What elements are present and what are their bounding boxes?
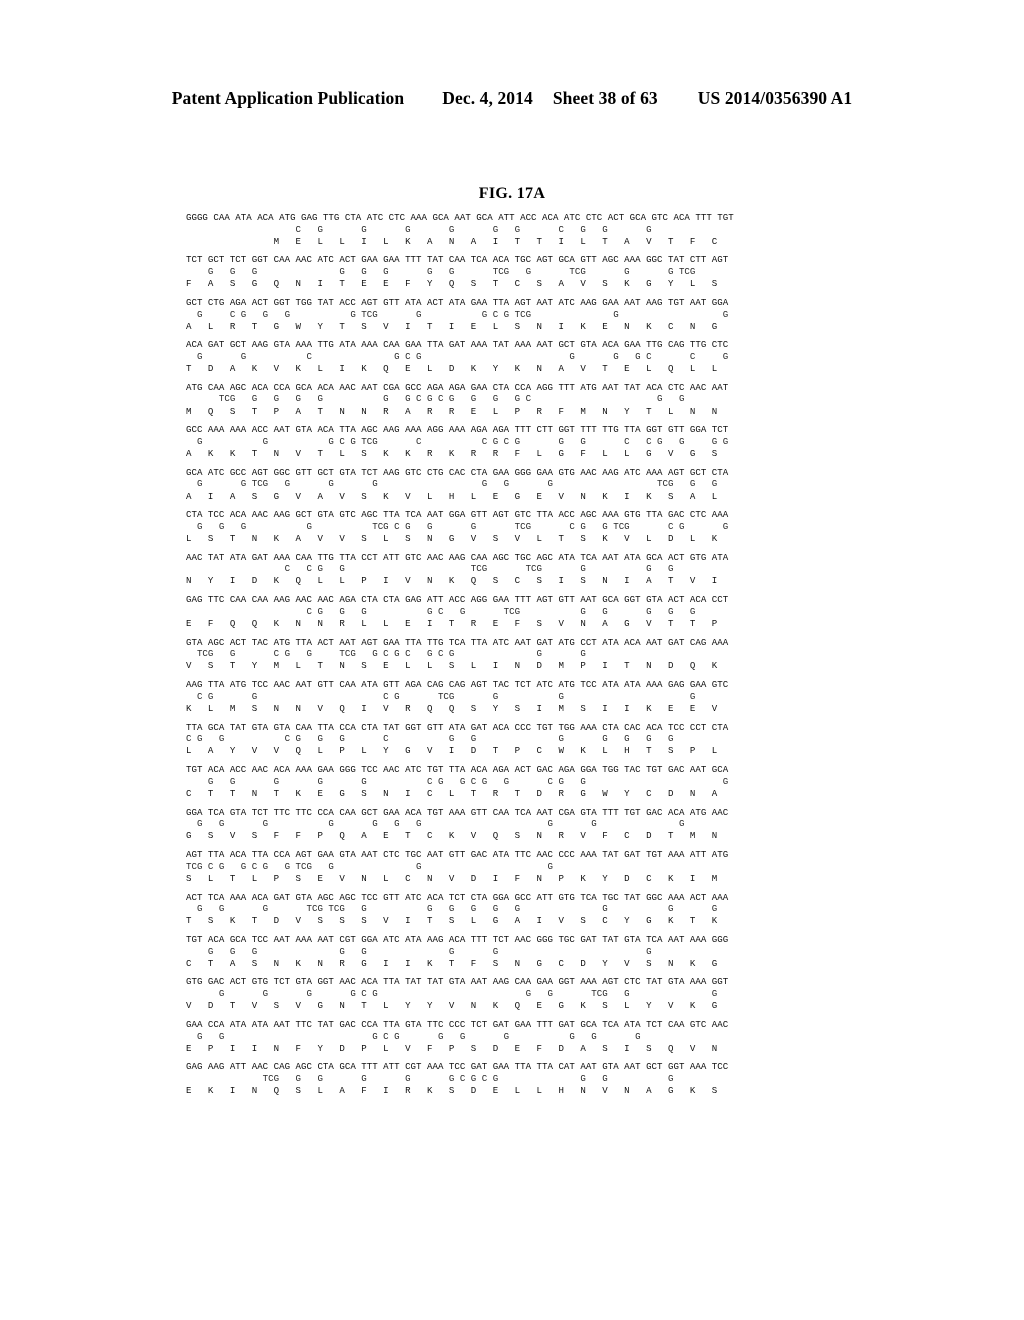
alternate-base-row: C C G G TCG TCG G G G: [186, 563, 674, 575]
amino-acid-row: M Q S T P A T N N R A R R E L P R F M N …: [186, 405, 718, 417]
publication-date: Dec. 4, 2014: [442, 88, 533, 108]
sequence-listing: GGGG CAA ATA ACA ATG GAG TTG CTA ATC CTC…: [186, 212, 846, 1104]
sequence-block: TGT ACA ACC AAC ACA AAA GAA GGG TCC AAC …: [186, 764, 846, 799]
codon-row: TGT ACA GCA TCC AAT AAA AAT CGT GGA ATC …: [186, 933, 729, 945]
sequence-block: GGA TCA GTA TCT TTC TTC CCA CAA GCT GAA …: [186, 807, 846, 842]
codon-row: GTG GAC ACT GTG TCT GTA GGT AAC ACA TTA …: [186, 976, 729, 988]
codon-row: GTA AGC ACT TAC ATG TTA ACT AAT AGT GAA …: [186, 636, 729, 648]
codon-row: CTA TCC ACA AAC AAG GCT GTA GTC AGC TTA …: [186, 509, 729, 521]
amino-acid-row: E K I N Q S L A F I R K S D E L L H N V …: [186, 1085, 718, 1097]
amino-acid-row: E F Q Q K N N R L L E I T R E F S V N A …: [186, 617, 718, 629]
codon-row: AAG TTA ATG TCC AAC AAT GTT CAA ATA GTT …: [186, 679, 729, 691]
sequence-block: TGT ACA GCA TCC AAT AAA AAT CGT GGA ATC …: [186, 934, 846, 969]
codon-row: GGGG CAA ATA ACA ATG GAG TTG CTA ATC CTC…: [186, 212, 734, 223]
amino-acid-row: T S K T D V S S S V I T S L G A I V S C …: [186, 915, 718, 927]
alternate-base-row: C G G G G C G TCG G G G G G: [186, 605, 696, 617]
codon-row: TGT ACA ACC AAC ACA AAA GAA GGG TCC AAC …: [186, 764, 729, 776]
sequence-block: GAG TTC CAA CAA AAG AAC AAC AGA CTA CTA …: [186, 594, 846, 629]
alternate-base-row: G G G G C G G G TCG G G: [186, 988, 718, 1000]
amino-acid-row: V D T V S V G N T L Y Y V N K Q E G K S …: [186, 1000, 718, 1012]
sequence-block: TTA GCA TAT GTA GTA CAA TTA CCA CTA TAT …: [186, 722, 846, 757]
amino-acid-row: A I A S G V A V S K V L H L E G E V N K …: [186, 490, 718, 502]
amino-acid-row: C T T N T K E G S N I C L T R T D R G W …: [186, 787, 718, 799]
codon-row: GAA CCA ATA ATA AAT TTC TAT GAC CCA TTA …: [186, 1018, 729, 1030]
alternate-base-row: G G G TCG TCG G G G G G G G G G: [186, 903, 718, 915]
alternate-base-row: G G TCG G G G G G G TCG G G: [186, 478, 718, 490]
alternate-base-row: TCG G C G G TCG G C G C G C G G G: [186, 648, 586, 660]
alternate-base-row: TCG C G G C G G TCG G G G: [186, 860, 553, 872]
amino-acid-row: N Y I D K Q L L P I V N K Q S C S I S N …: [186, 575, 718, 587]
document-number: US 2014/0356390 A1: [697, 88, 853, 108]
amino-acid-row: F A S G Q N I T E E F Y Q S T C S A V S …: [186, 278, 718, 290]
codon-row: GAG AAG ATT AAC CAG AGC CTA GCA TTT ATT …: [186, 1061, 729, 1073]
codon-row: AAC TAT ATA GAT AAA CAA TTG TTA CCT ATT …: [186, 551, 729, 563]
sequence-block: GAG AAG ATT AAC CAG AGC CTA GCA TTT ATT …: [186, 1061, 846, 1096]
amino-acid-row: T D A K V K L I K Q E L D K Y K N A V T …: [186, 363, 718, 375]
codon-row: AGT TTA ACA TTA CCA AGT GAA GTA AAT CTC …: [186, 849, 729, 861]
alternate-base-row: G G G G G G G G G G: [186, 818, 685, 830]
alternate-base-row: C G G C G TCG G G G: [186, 690, 696, 702]
alternate-base-row: G G G G TCG C G G G TCG C G G TCG C G G: [186, 520, 729, 532]
codon-row: GCA ATC GCC AGT GGC GTT GCT GTA TCT AAG …: [186, 466, 729, 478]
sequence-block: AAC TAT ATA GAT AAA CAA TTG TTA CCT ATT …: [186, 552, 846, 587]
codon-row: TCT GCT TCT GGT CAA AAC ATC ACT GAA GAA …: [186, 254, 729, 266]
amino-acid-row: C T A S N K N R G I I K T F S N G C D Y …: [186, 957, 718, 969]
sequence-block: TCT GCT TCT GGT CAA AAC ATC ACT GAA GAA …: [186, 254, 846, 289]
codon-row: GCT CTG AGA ACT GGT TGG TAT ACC AGT GTT …: [186, 296, 729, 308]
amino-acid-row: L S T N K A V V S L S N G V S V L T S K …: [186, 532, 718, 544]
sequence-block: GCA ATC GCC AGT GGC GTT GCT GTA TCT AAG …: [186, 467, 846, 502]
amino-acid-row: A L R T G W Y T S V I T I E L S N I K E …: [186, 320, 718, 332]
amino-acid-row: A K K T N V T L S K K R K R R F L G F L …: [186, 448, 718, 460]
codon-row: ACA GAT GCT AAG GTA AAA TTG ATA AAA CAA …: [186, 339, 729, 351]
sequence-block: GAA CCA ATA ATA AAT TTC TAT GAC CCA TTA …: [186, 1019, 846, 1054]
codon-row: GGA TCA GTA TCT TTC TTC CCA CAA GCT GAA …: [186, 806, 729, 818]
sequence-block: GCC AAA AAA ACC AAT GTA ACA TTA AGC AAG …: [186, 424, 846, 459]
sequence-block: GTA AGC ACT TAC ATG TTA ACT AAT AGT GAA …: [186, 637, 846, 672]
amino-acid-row: S L T L P S E V N L C N V D I F N P K Y …: [186, 872, 718, 884]
alternate-base-row: G G G C G G G G G G G: [186, 1030, 641, 1042]
amino-acid-row: V S T Y M L T N S E L L S L I N D M P I …: [186, 660, 718, 672]
alternate-base-row: G G C G C G G G G C C G: [186, 351, 729, 362]
publication-label: Patent Application Publication: [171, 88, 405, 108]
sequence-block: ACA GAT GCT AAG GTA AAA TTG ATA AAA CAA …: [186, 339, 846, 374]
alternate-base-row: C G G G G G G C G G G: [186, 223, 652, 235]
alternate-base-row: G G G G G G G G: [186, 945, 652, 957]
amino-acid-row: E P I I N F Y D P L V F P S D E F D A S …: [186, 1042, 718, 1054]
amino-acid-row: K L M S N N V Q I V R Q Q S Y S I M S I …: [186, 702, 718, 714]
codon-row: TTA GCA TAT GTA GTA CAA TTA CCA CTA TAT …: [186, 721, 729, 733]
sequence-block: GGGG CAA ATA ACA ATG GAG TTG CTA ATC CTC…: [186, 212, 846, 247]
sequence-block: ATG CAA AGC ACA CCA GCA ACA AAC AAT CGA …: [186, 382, 846, 417]
sequence-block: AAG TTA ATG TCC AAC AAT GTT CAA ATA GTT …: [186, 679, 846, 714]
sequence-block: AGT TTA ACA TTA CCA AGT GAA GTA AAT CTC …: [186, 849, 846, 884]
codon-row: ACT TCA AAA ACA GAT GTA AGC AGC TCC GTT …: [186, 891, 729, 903]
amino-acid-row: G S V S F F P Q A E T C K V Q S N R V F …: [186, 830, 718, 842]
alternate-base-row: G G G C G TCG C C G C G G G C C G G G G: [186, 435, 729, 447]
alternate-base-row: G C G G G G TCG G G C G TCG G G: [186, 308, 729, 320]
codon-row: ATG CAA AGC ACA CCA GCA ACA AAC AAT CGA …: [186, 381, 729, 393]
codon-row: GCC AAA AAA ACC AAT GTA ACA TTA AGC AAG …: [186, 424, 729, 436]
amino-acid-row: L A Y V V Q L P L Y G V I D T P C W K L …: [186, 745, 718, 757]
page-header: Patent Application Publication Dec. 4, 2…: [0, 88, 1024, 109]
codon-row: GAG TTC CAA CAA AAG AAC AAC AGA CTA CTA …: [186, 594, 729, 606]
sequence-block: CTA TCC ACA AAC AAG GCT GTA GTC AGC TTA …: [186, 509, 846, 544]
sequence-block: ACT TCA AAA ACA GAT GTA AGC AGC TCC GTT …: [186, 892, 846, 927]
alternate-base-row: TCG G G G G G G C G C G G G G C G G: [186, 393, 685, 405]
sequence-block: GTG GAC ACT GTG TCT GTA GGT AAC ACA TTA …: [186, 976, 846, 1011]
alternate-base-row: G G G G G C G G C G G C G G G: [186, 775, 729, 787]
sequence-block: GCT CTG AGA ACT GGT TGG TAT ACC AGT GTT …: [186, 297, 846, 332]
sheet-number: Sheet 38 of 63: [552, 88, 658, 108]
amino-acid-row: M E L L I L K A N A I T T I L T A V T F …: [186, 235, 718, 247]
figure-title: FIG. 17A: [478, 185, 546, 202]
alternate-base-row: G G G G G G G G TCG G TCG G G TCG: [186, 266, 696, 278]
alternate-base-row: C G G C G G G C G G G G G G G: [186, 733, 674, 745]
alternate-base-row: TCG G G G G G C G C G G G G: [186, 1072, 674, 1084]
